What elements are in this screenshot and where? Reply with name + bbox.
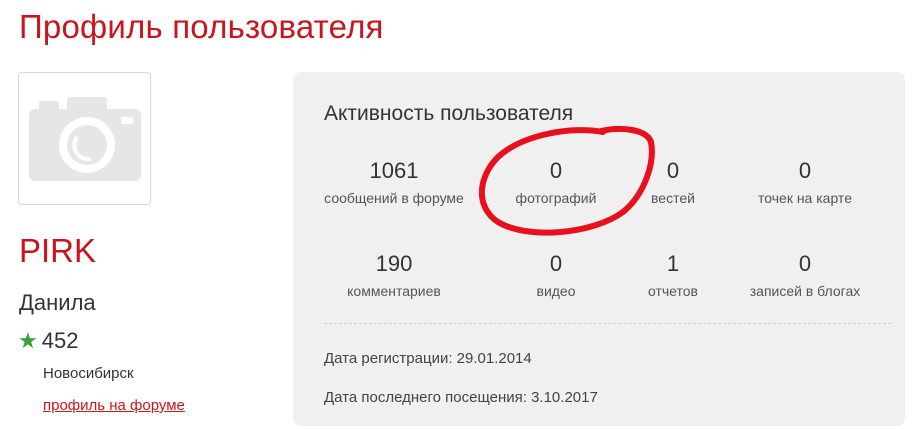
registration-date: Дата регистрации: 29.01.2014 xyxy=(324,350,532,367)
rating-value: 452 xyxy=(41,328,79,353)
star-icon: ★ xyxy=(18,328,38,353)
activity-card: Активность пользователя 1061 сообщений в… xyxy=(293,72,905,426)
last-visit-date: Дата последнего посещения: 3.10.2017 xyxy=(324,389,598,406)
stat-blog-posts[interactable]: 0 записей в блогах xyxy=(715,251,895,299)
stat-value: 1061 xyxy=(369,158,419,183)
stat-value: 190 xyxy=(375,251,413,276)
activity-title: Активность пользователя xyxy=(324,102,574,125)
city: Новосибирск xyxy=(43,365,134,382)
forum-profile-link[interactable]: профиль на форуме xyxy=(43,397,185,414)
camera-placeholder-icon xyxy=(29,97,141,181)
stat-value: 0 xyxy=(798,251,812,276)
avatar xyxy=(18,72,151,205)
stat-label: сообщений в форуме xyxy=(324,190,464,206)
stat-label: точек на карте xyxy=(758,190,852,206)
page-title: Профиль пользователя xyxy=(19,8,384,45)
real-name: Данила xyxy=(19,290,96,315)
rating: ★ 452 xyxy=(18,328,78,354)
divider xyxy=(324,323,891,324)
stat-forum-posts: 1061 сообщений в форуме xyxy=(304,158,484,206)
stat-value: 0 xyxy=(798,158,812,183)
stat-map-points[interactable]: 0 точек на карте xyxy=(715,158,895,206)
stat-label: записей в блогах xyxy=(749,283,861,299)
username: PIRK xyxy=(19,232,97,269)
stat-comments[interactable]: 190 комментариев xyxy=(304,251,484,299)
stat-label: комментариев xyxy=(347,283,441,299)
